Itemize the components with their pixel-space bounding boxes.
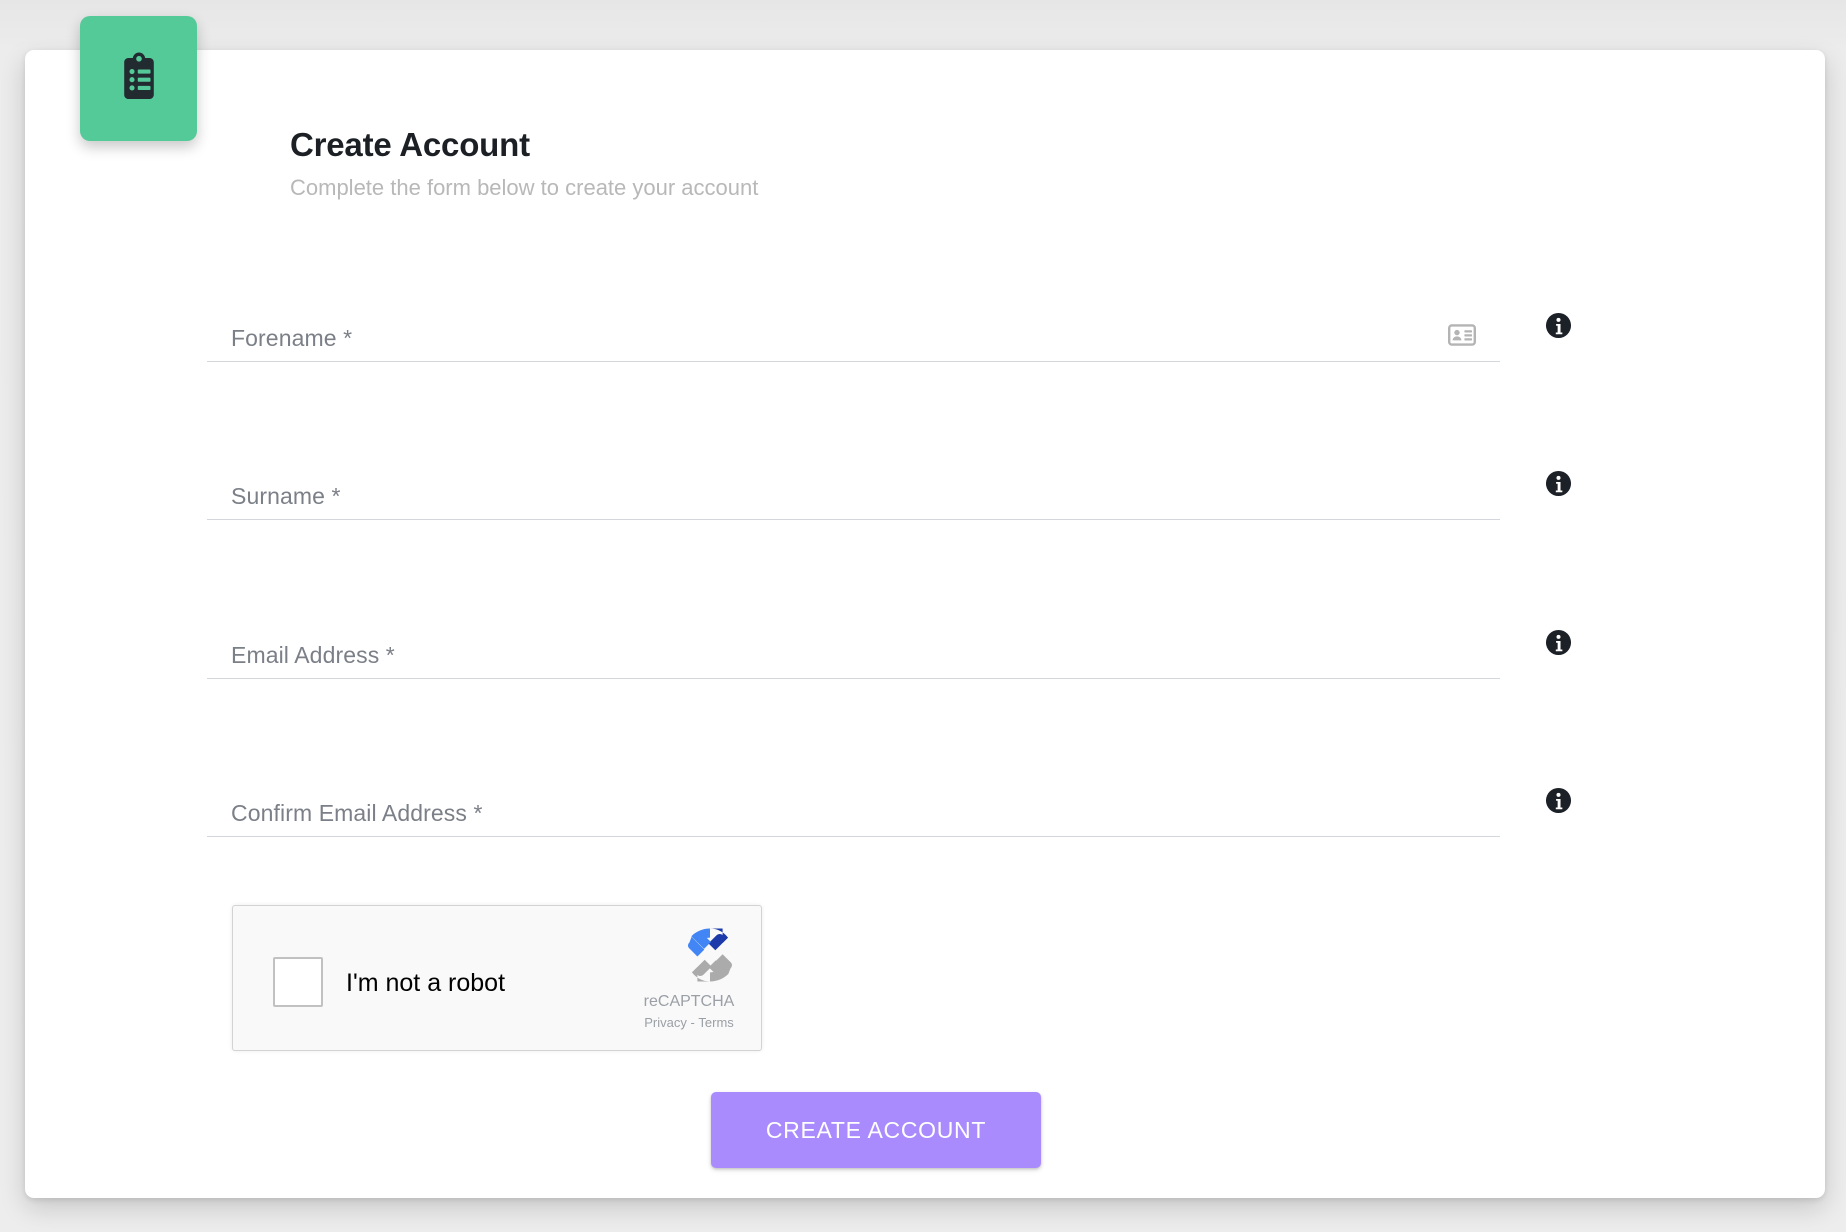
brand-logo-tile bbox=[80, 16, 197, 141]
header: Create Account Complete the form below t… bbox=[290, 124, 1190, 205]
recaptcha-widget[interactable]: I'm not a robot reCAPTCHA Privacy - Term… bbox=[232, 905, 762, 1051]
page-subtitle: Complete the form below to create your a… bbox=[290, 175, 759, 200]
forename-field-wrapper[interactable]: Forename * bbox=[207, 302, 1500, 362]
contact-card-icon[interactable] bbox=[1448, 321, 1477, 349]
email-input[interactable] bbox=[231, 640, 1411, 672]
clipboard-list-icon bbox=[116, 52, 162, 105]
info-icon-confirm-email[interactable] bbox=[1545, 787, 1572, 814]
recaptcha-brand: reCAPTCHA bbox=[643, 993, 735, 1010]
create-account-button[interactable]: CREATE ACCOUNT bbox=[711, 1092, 1041, 1168]
recaptcha-terms-link[interactable]: Terms bbox=[698, 1015, 733, 1030]
field-row-email: Email Address * bbox=[207, 619, 1627, 679]
field-row-surname: Surname * bbox=[207, 460, 1627, 520]
field-row-forename: Forename * bbox=[207, 302, 1627, 362]
field-row-confirm-email: Confirm Email Address * bbox=[207, 777, 1627, 837]
recaptcha-legal: Privacy - Terms bbox=[629, 1014, 749, 1032]
page-title: Create Account bbox=[290, 126, 530, 163]
confirm-email-field-wrapper[interactable]: Confirm Email Address * bbox=[207, 777, 1500, 837]
info-icon-email[interactable] bbox=[1545, 629, 1572, 656]
create-account-card: Create Account Complete the form below t… bbox=[25, 50, 1825, 1198]
recaptcha-checkbox[interactable] bbox=[273, 957, 323, 1007]
confirm-email-input[interactable] bbox=[231, 798, 1411, 830]
surname-field-wrapper[interactable]: Surname * bbox=[207, 460, 1500, 520]
info-icon-forename[interactable] bbox=[1545, 312, 1572, 339]
info-icon-surname[interactable] bbox=[1545, 470, 1572, 497]
recaptcha-label: I'm not a robot bbox=[346, 969, 506, 997]
email-field-wrapper[interactable]: Email Address * bbox=[207, 619, 1500, 679]
recaptcha-separator: - bbox=[686, 1015, 699, 1030]
recaptcha-logo-icon bbox=[675, 920, 745, 990]
surname-input[interactable] bbox=[231, 481, 1411, 513]
forename-input[interactable] bbox=[231, 323, 1411, 355]
recaptcha-privacy-link[interactable]: Privacy bbox=[644, 1015, 687, 1030]
